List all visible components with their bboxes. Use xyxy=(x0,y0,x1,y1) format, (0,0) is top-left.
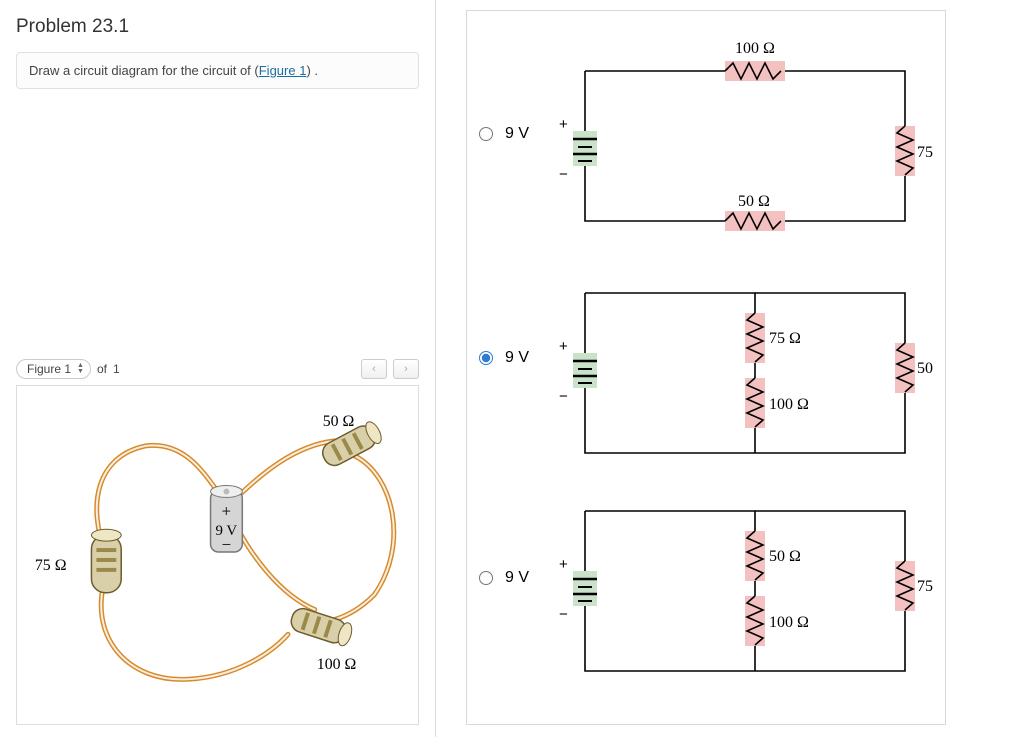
svg-text:−: − xyxy=(559,166,568,183)
option-a-radio[interactable] xyxy=(479,127,493,141)
svg-text:50 Ω: 50 Ω xyxy=(738,193,770,210)
figure-prev-button[interactable]: ‹ xyxy=(361,359,387,379)
svg-text:+: + xyxy=(221,501,231,520)
figure-link[interactable]: Figure 1 xyxy=(259,63,307,78)
option-c[interactable]: 9 V xyxy=(479,569,529,587)
svg-text:75 Ω: 75 Ω xyxy=(917,578,935,595)
svg-text:+: + xyxy=(559,338,568,355)
svg-text:+: + xyxy=(559,556,568,573)
figure-select-label: Figure 1 xyxy=(27,362,71,376)
figure-select[interactable]: Figure 1 ▲▼ xyxy=(16,359,91,379)
option-b-voltage: 9 V xyxy=(505,349,529,367)
circuit-option-a: 100 Ω 50 Ω 75 Ω + − xyxy=(555,31,935,251)
circuit-option-c: 50 Ω 100 Ω 75 Ω + − xyxy=(555,491,935,691)
answer-frame: 9 V 9 V 9 V 100 Ω 50 Ω xyxy=(466,10,946,725)
option-a-voltage: 9 V xyxy=(505,125,529,143)
resistor-75: 75 Ω xyxy=(35,529,121,593)
chevron-right-icon: › xyxy=(404,363,408,375)
svg-text:100 Ω: 100 Ω xyxy=(769,614,809,631)
figure-toolbar: Figure 1 ▲▼ of 1 ‹ › xyxy=(0,355,435,385)
problem-instruction: Draw a circuit diagram for the circuit o… xyxy=(16,52,419,89)
chevron-left-icon: ‹ xyxy=(372,363,376,375)
option-b[interactable]: 9 V xyxy=(479,349,529,367)
instruction-prefix: Draw a circuit diagram for the circuit o… xyxy=(29,63,259,78)
answer-pane: 9 V 9 V 9 V 100 Ω 50 Ω xyxy=(436,0,1024,737)
svg-text:100 Ω: 100 Ω xyxy=(769,396,809,413)
figure-of: of xyxy=(97,362,107,376)
option-b-radio[interactable] xyxy=(479,351,493,365)
svg-text:75 Ω: 75 Ω xyxy=(769,330,801,347)
circuit-option-b: 75 Ω 100 Ω 50 Ω + − xyxy=(555,273,935,473)
problem-pane: Problem 23.1 Draw a circuit diagram for … xyxy=(0,0,436,737)
svg-text:−: − xyxy=(221,535,231,554)
svg-text:75 Ω: 75 Ω xyxy=(917,144,935,161)
spacer xyxy=(0,89,435,355)
svg-text:50 Ω: 50 Ω xyxy=(769,548,801,565)
figure-canvas: 75 Ω + 9 V − 50 Ω xyxy=(16,385,419,725)
figure-next-button[interactable]: › xyxy=(393,359,419,379)
svg-text:100 Ω: 100 Ω xyxy=(735,40,775,57)
option-c-voltage: 9 V xyxy=(505,569,529,587)
option-c-radio[interactable] xyxy=(479,571,493,585)
resistor-100-label: 100 Ω xyxy=(317,656,357,673)
resistor-100 xyxy=(288,606,354,648)
problem-title: Problem 23.1 xyxy=(0,8,435,52)
instruction-suffix: ) . xyxy=(306,63,318,78)
physical-circuit-figure: 75 Ω + 9 V − 50 Ω xyxy=(17,386,418,724)
battery-9v: + 9 V − xyxy=(211,486,243,555)
svg-text:−: − xyxy=(559,606,568,623)
svg-text:50 Ω: 50 Ω xyxy=(917,360,935,377)
svg-text:+: + xyxy=(559,116,568,133)
stepper-icon: ▲▼ xyxy=(77,363,84,375)
svg-text:−: − xyxy=(559,388,568,405)
svg-text:75 Ω: 75 Ω xyxy=(35,557,67,574)
option-a[interactable]: 9 V xyxy=(479,125,529,143)
figure-total: 1 xyxy=(113,362,120,376)
resistor-50-label: 50 Ω xyxy=(323,413,355,430)
